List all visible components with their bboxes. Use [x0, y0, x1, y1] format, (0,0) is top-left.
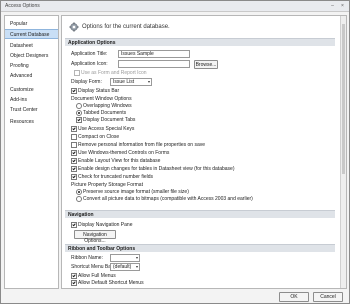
sidebar-item-label: Advanced [10, 73, 33, 79]
display-document-tabs-label: Display Document Tabs [83, 117, 136, 123]
ok-button-label: OK [290, 294, 298, 300]
app-icon-label: Application Icon: [71, 61, 108, 67]
navigation-options-label: Navigation Options... [83, 232, 107, 244]
display-document-tabs-checkbox[interactable] [76, 117, 82, 123]
sidebar-item-label: Trust Center [10, 107, 38, 113]
ok-button[interactable]: OK [279, 292, 309, 302]
page-title: Options for the current database. [82, 24, 170, 30]
sidebar-item-resources[interactable]: Resources [5, 117, 58, 127]
windows-themed-controls-label: Use Windows-themed Controls on Forms [78, 150, 170, 156]
chevron-down-icon [136, 266, 138, 268]
overlapping-windows-label: Overlapping Windows [83, 103, 132, 109]
shortcut-menu-value: (default) [113, 264, 132, 270]
sidebar-item-label: Customize [10, 87, 34, 93]
sidebar-item-label: Object Designers [10, 53, 49, 59]
gear-icon [69, 22, 79, 32]
picture-storage-label: Picture Property Storage Format [71, 182, 143, 188]
allow-default-shortcut-label: Allow Default Shortcut Menus [78, 280, 144, 286]
convert-bitmaps-label: Convert all picture data to bitmaps (com… [83, 196, 253, 202]
sidebar-item-advanced[interactable]: Advanced [5, 71, 58, 81]
sidebar-item-label: Add-ins [10, 97, 27, 103]
display-status-bar-label: Display Status Bar [78, 88, 120, 94]
scrollbar-thumb[interactable] [342, 24, 345, 174]
display-nav-pane-checkbox[interactable] [71, 222, 77, 228]
preserve-source-label: Preserve source image format (smaller fi… [83, 189, 189, 195]
access-options-dialog: Access Options – × Popular Current Datab… [0, 0, 350, 304]
vertical-scrollbar[interactable] [340, 16, 346, 288]
ribbon-name-select[interactable] [110, 254, 140, 262]
minimize-button[interactable]: – [329, 3, 336, 9]
sidebar-item-label: Datasheet [10, 43, 33, 49]
section-ribbon-toolbar: Ribbon and Toolbar Options [65, 244, 335, 252]
app-title-input[interactable]: Issues Sample [118, 50, 190, 58]
use-as-form-icon-label: Use as Form and Report Icon [81, 70, 147, 76]
app-title-label: Application Title: [71, 51, 108, 57]
section-navigation: Navigation [65, 210, 335, 218]
close-button[interactable]: × [339, 3, 346, 9]
options-content: Options for the current database. Applic… [61, 15, 347, 289]
sidebar-item-label: Current Database [10, 32, 50, 38]
sidebar-item-proofing[interactable]: Proofing [5, 61, 58, 71]
allow-full-menus-checkbox[interactable] [71, 273, 77, 279]
title-bar: Access Options – × [1, 1, 349, 12]
enable-design-changes-checkbox[interactable] [71, 166, 77, 172]
sidebar-item-label: Resources [10, 119, 34, 125]
enable-layout-view-checkbox[interactable] [71, 158, 77, 164]
window-title: Access Options [5, 3, 40, 9]
sidebar-item-current-database[interactable]: Current Database [5, 29, 58, 39]
allow-full-menus-label: Allow Full Menus [78, 273, 116, 279]
display-nav-pane-label: Display Navigation Pane [78, 222, 133, 228]
compact-on-close-label: Compact on Close [78, 134, 120, 140]
chevron-down-icon [148, 81, 150, 83]
tabbed-documents-label: Tabbed Documents [83, 110, 127, 116]
display-form-label: Display Form: [71, 79, 102, 85]
sidebar-item-add-ins[interactable]: Add-ins [5, 95, 58, 105]
sidebar-item-datasheet[interactable]: Datasheet [5, 41, 58, 51]
sidebar-item-label: Popular [10, 21, 28, 27]
shortcut-menu-label: Shortcut Menu Bar: [71, 264, 115, 270]
remove-personal-info-label: Remove personal information from file pr… [78, 142, 206, 148]
remove-personal-info-checkbox[interactable] [71, 142, 77, 148]
access-special-keys-label: Use Access Special Keys [78, 126, 135, 132]
overlapping-windows-radio[interactable] [76, 103, 82, 109]
check-truncated-fields-label: Check for truncated number fields [78, 174, 154, 180]
options-sidebar: Popular Current Database Datasheet Objec… [4, 15, 59, 289]
use-as-form-icon-checkbox[interactable] [74, 70, 80, 76]
access-special-keys-checkbox[interactable] [71, 126, 77, 132]
browse-button[interactable]: Browse... [194, 60, 218, 69]
allow-default-shortcut-checkbox[interactable] [71, 280, 77, 286]
display-status-bar-checkbox[interactable] [71, 88, 77, 94]
section-title: Navigation [68, 212, 94, 218]
cancel-button-label: Cancel [320, 294, 336, 300]
app-title-value: Issues Sample [121, 51, 154, 57]
display-form-value: Issue List [113, 79, 135, 85]
doc-window-options-label: Document Window Options [71, 96, 132, 102]
navigation-options-button[interactable]: Navigation Options... [74, 230, 116, 244]
cancel-button[interactable]: Cancel [313, 292, 343, 302]
check-truncated-fields-checkbox[interactable] [71, 174, 77, 180]
sidebar-item-popular[interactable]: Popular [5, 19, 58, 29]
sidebar-item-object-designers[interactable]: Object Designers [5, 51, 58, 61]
enable-layout-view-label: Enable Layout View for this database [78, 158, 161, 164]
tabbed-documents-radio[interactable] [76, 110, 82, 116]
section-title: Ribbon and Toolbar Options [68, 246, 136, 252]
section-title: Application Options [68, 40, 116, 46]
app-icon-input[interactable] [118, 60, 190, 68]
sidebar-item-trust-center[interactable]: Trust Center [5, 105, 58, 115]
compact-on-close-checkbox[interactable] [71, 134, 77, 140]
ribbon-name-label: Ribbon Name: [71, 255, 103, 261]
convert-bitmaps-radio[interactable] [76, 196, 82, 202]
shortcut-menu-select[interactable]: (default) [110, 263, 140, 271]
preserve-source-radio[interactable] [76, 189, 82, 195]
section-application-options: Application Options [65, 38, 335, 46]
chevron-down-icon [136, 257, 138, 259]
display-form-select[interactable]: Issue List [110, 78, 152, 86]
sidebar-item-customize[interactable]: Customize [5, 85, 58, 95]
content-header: Options for the current database. [66, 19, 336, 33]
windows-themed-controls-checkbox[interactable] [71, 150, 77, 156]
sidebar-item-label: Proofing [10, 63, 29, 69]
browse-button-label: Browse... [195, 62, 217, 68]
enable-design-changes-label: Enable design changes for tables in Data… [78, 166, 235, 172]
